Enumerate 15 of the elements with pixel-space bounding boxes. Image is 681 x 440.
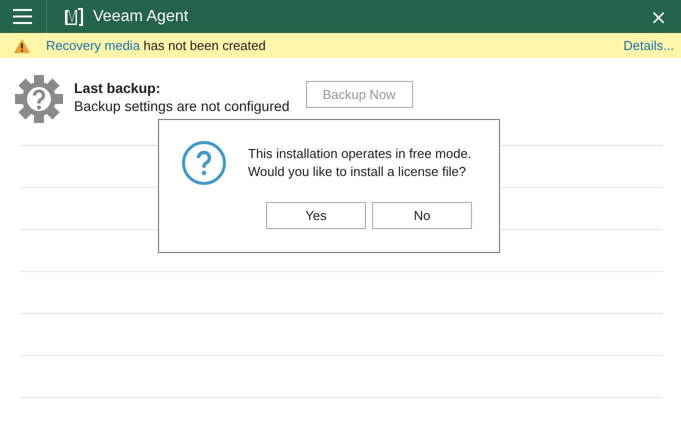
logo-icon (64, 6, 85, 26)
close-button[interactable]: × (644, 6, 673, 26)
question-icon (181, 140, 227, 186)
notification-message: Recovery media has not been created (46, 38, 266, 53)
yes-button[interactable]: Yes (266, 202, 366, 229)
status-heading: Last backup: (74, 80, 162, 96)
status-text: Backup settings are not configured (74, 98, 290, 114)
gear-question-icon (14, 74, 64, 124)
warning-icon (14, 38, 30, 52)
dialog-message: This installation operates in free mode. Would you like to install a license file? (248, 145, 472, 181)
menu-icon[interactable] (13, 9, 32, 24)
window-title: Veeam Agent (93, 8, 188, 26)
recovery-media-link[interactable]: Recovery media (46, 38, 140, 53)
no-button[interactable]: No (372, 202, 472, 229)
details-link[interactable]: Details... (623, 38, 674, 53)
